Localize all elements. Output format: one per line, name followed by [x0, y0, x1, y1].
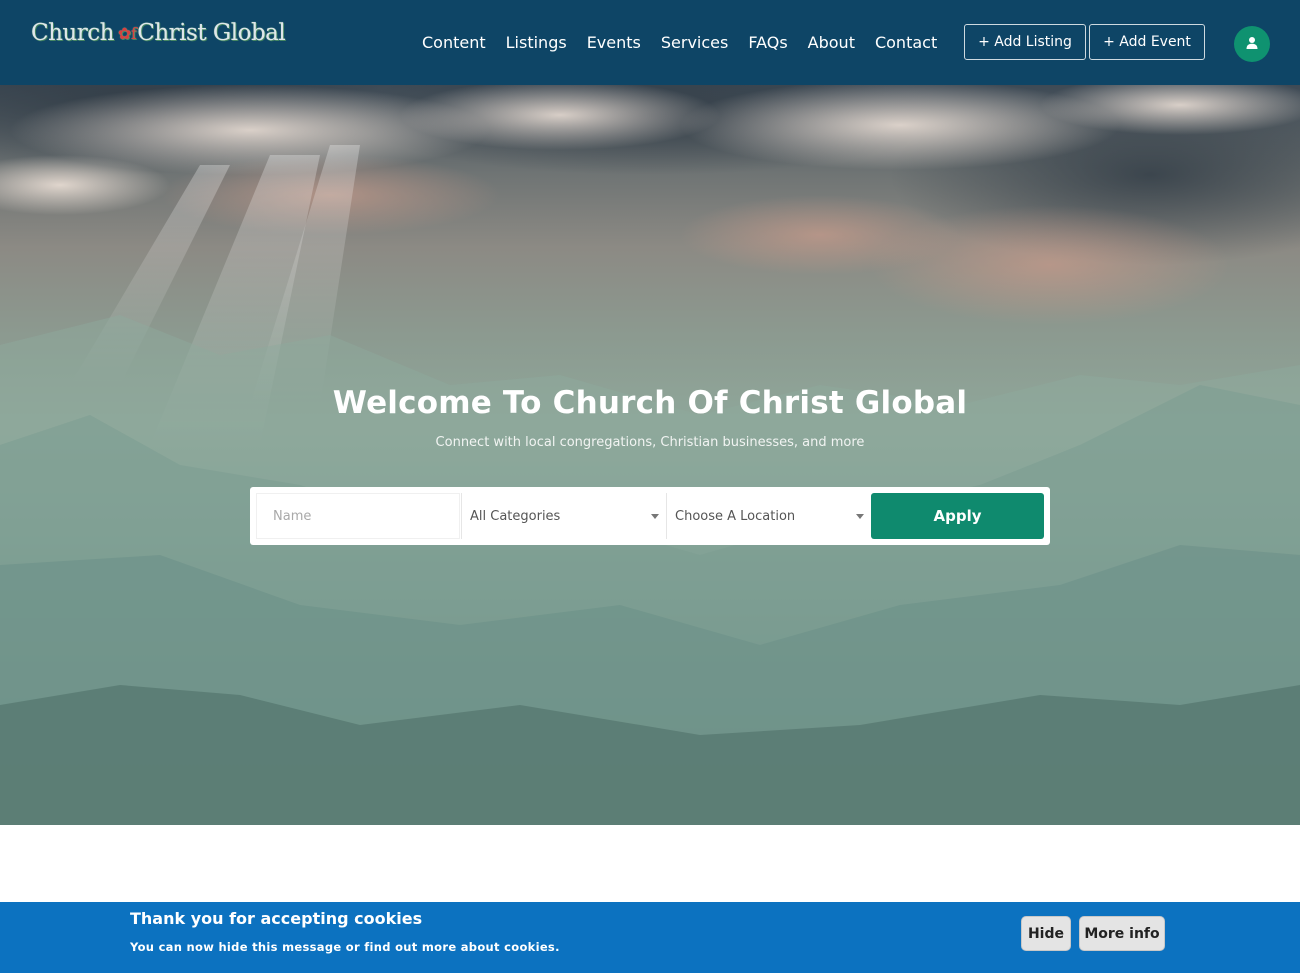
nav-item-content[interactable]: Content [412, 0, 496, 85]
nav-item-listings[interactable]: Listings [496, 0, 577, 85]
nav-item-faqs[interactable]: FAQs [738, 0, 797, 85]
location-select-value: Choose A Location [675, 508, 796, 524]
cookie-banner-text: You can now hide this message or find ou… [130, 940, 560, 954]
cookie-more-info-button[interactable]: More info [1079, 916, 1165, 951]
user-account-button[interactable] [1234, 26, 1270, 62]
site-header: Church ✿f Christ Global Content Listings… [0, 0, 1300, 85]
hero-title: Welcome To Church Of Christ Global [332, 385, 968, 421]
location-select[interactable]: Choose A Location [666, 493, 870, 539]
cookie-hide-button[interactable]: Hide [1021, 916, 1071, 951]
site-logo[interactable]: Church ✿f Christ Global [31, 16, 286, 50]
category-select-value: All Categories [470, 508, 561, 524]
apply-button[interactable]: Apply [871, 493, 1044, 539]
chevron-down-icon [651, 514, 659, 519]
add-event-button[interactable]: + Add Event [1089, 24, 1205, 60]
cookie-banner-title: Thank you for accepting cookies [130, 909, 423, 928]
hero-section: Welcome To Church Of Christ Global Conne… [0, 85, 1300, 825]
nav-item-services[interactable]: Services [651, 0, 738, 85]
nav-item-about[interactable]: About [798, 0, 865, 85]
user-icon [1245, 35, 1259, 54]
nav-item-events[interactable]: Events [577, 0, 651, 85]
logo-text-church: Church [31, 20, 114, 46]
main-nav: Content Listings Events Services FAQs Ab… [412, 0, 947, 85]
logo-text-christ-global: Christ Global [137, 20, 286, 46]
add-listing-button[interactable]: + Add Listing [964, 24, 1086, 60]
category-select[interactable]: All Categories [461, 493, 665, 539]
logo-of-mark: ✿f [117, 23, 137, 43]
hero-background-image [0, 85, 1300, 825]
chevron-down-icon [856, 514, 864, 519]
name-search-input[interactable]: Name [256, 493, 460, 539]
hero-subtitle: Connect with local congregations, Christ… [435, 435, 865, 450]
search-form: Name All Categories Choose A Location Ap… [250, 487, 1050, 545]
cookie-banner: Thank you for accepting cookies You can … [0, 902, 1300, 973]
nav-item-contact[interactable]: Contact [865, 0, 947, 85]
